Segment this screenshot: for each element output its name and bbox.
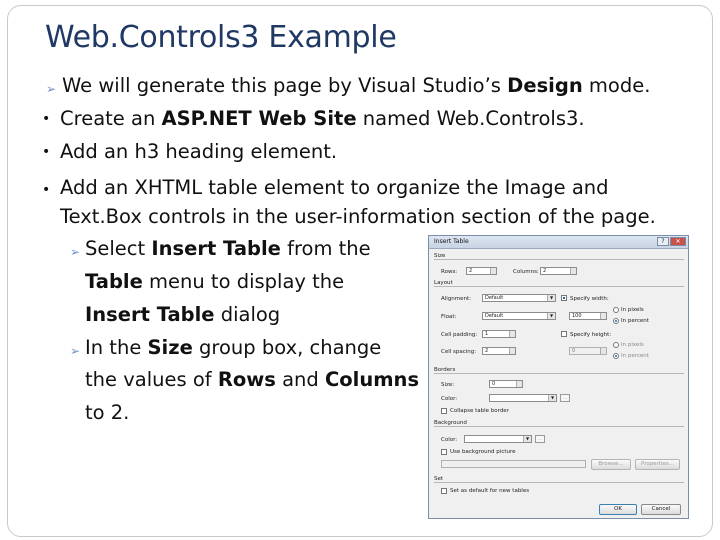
background-color-select[interactable]: ▼ (464, 435, 532, 443)
background-group (434, 426, 684, 427)
layout-group (434, 286, 684, 287)
browse-button[interactable]: Browse... (591, 459, 631, 470)
border-size-label: Size: (441, 382, 455, 388)
border-color-select[interactable]: ▼ (489, 394, 557, 402)
dialog-titlebar: Insert Table ? ✕ (429, 236, 688, 249)
properties-button[interactable]: Properties... (635, 459, 680, 470)
cellpadding-label: Cell padding: (441, 332, 478, 338)
ok-button[interactable]: OK (599, 504, 637, 515)
chevron-down-icon: ▼ (548, 395, 556, 401)
dot-bullet-icon: • (42, 144, 51, 160)
width-input[interactable]: 100 (569, 312, 607, 320)
arrow-bullet-icon: ➢ (46, 82, 57, 96)
help-button[interactable]: ? (657, 237, 669, 246)
border-color-label: Color: (441, 396, 458, 402)
chevron-down-icon: ▼ (547, 295, 555, 301)
background-group-label: Background (434, 420, 467, 426)
bullet-line: Create an ASP.NET Web Site named Web.Con… (60, 107, 585, 130)
columns-input[interactable]: 2 (540, 267, 577, 275)
alignment-label: Alignment: (441, 296, 472, 302)
float-select[interactable]: Default ▼ (482, 312, 556, 320)
collapse-border-label: Collapse table border (450, 408, 509, 414)
specify-width-checkbox[interactable] (561, 295, 567, 301)
bullet-line: Add an XHTML table element to organize t… (60, 176, 609, 199)
insert-table-dialog: Insert Table ? ✕ Size Rows: 2 Columns: 2… (428, 235, 689, 519)
bullet-line: Add an h3 heading element. (60, 140, 338, 163)
height-input[interactable]: 0 (569, 347, 607, 355)
height-in-pixels-label: In pixels (621, 342, 644, 348)
set-default-checkbox[interactable] (441, 488, 447, 494)
width-in-percent-radio[interactable] (613, 318, 619, 324)
sub-bullet-line: In the Size group box, change (85, 336, 382, 359)
arrow-bullet-icon: ➢ (70, 344, 81, 358)
set-group (434, 482, 684, 483)
background-picture-label: Use background picture (450, 449, 516, 455)
cellpadding-input[interactable]: 1 (482, 330, 516, 338)
layout-group-label: Layout (434, 280, 453, 286)
height-in-pixels-radio[interactable] (613, 342, 619, 348)
cancel-button[interactable]: Cancel (641, 504, 681, 515)
height-in-percent-radio[interactable] (613, 353, 619, 359)
height-in-percent-label: In percent (621, 353, 649, 359)
borders-group (434, 373, 684, 374)
float-label: Float: (441, 314, 457, 320)
sub-bullet-line-continued: the values of Rows and Columns (85, 368, 420, 391)
chevron-down-icon: ▼ (547, 313, 555, 319)
alignment-select[interactable]: Default ▼ (482, 294, 556, 302)
background-picture-path[interactable] (441, 460, 586, 468)
width-in-percent-label: In percent (621, 318, 649, 324)
dot-bullet-icon: • (42, 182, 51, 198)
background-picture-checkbox[interactable] (441, 449, 447, 455)
border-size-input[interactable]: 0 (489, 380, 523, 388)
columns-label: Columns: (513, 269, 539, 275)
cellspacing-label: Cell spacing: (441, 349, 477, 355)
set-group-label: Set (434, 476, 444, 482)
sub-bullet-line-continued: Insert Table dialog (85, 303, 281, 326)
specify-height-label: Specify height: (570, 332, 612, 338)
border-color-picker-icon[interactable]: … (560, 394, 570, 402)
rows-input[interactable]: 2 (466, 267, 497, 275)
specify-width-label: Specify width: (570, 296, 609, 302)
width-in-pixels-label: In pixels (621, 307, 644, 313)
size-group (434, 259, 684, 260)
collapse-border-checkbox[interactable] (441, 408, 447, 414)
close-button[interactable]: ✕ (670, 237, 686, 246)
borders-group-label: Borders (434, 367, 456, 373)
dot-bullet-icon: • (42, 111, 51, 127)
rows-label: Rows: (441, 269, 458, 275)
background-color-picker-icon[interactable]: … (535, 435, 545, 443)
cellspacing-input[interactable]: 2 (482, 347, 516, 355)
specify-height-checkbox[interactable] (561, 331, 567, 337)
size-group-label: Size (434, 253, 446, 259)
sub-bullet-line-continued: to 2. (85, 401, 130, 424)
dialog-title: Insert Table (434, 238, 469, 245)
sub-bullet-line-continued: Table menu to display the (85, 270, 345, 293)
width-in-pixels-radio[interactable] (613, 307, 619, 313)
background-color-label: Color: (441, 437, 458, 443)
chevron-down-icon: ▼ (523, 436, 531, 442)
bullet-line: We will generate this page by Visual Stu… (62, 74, 651, 97)
sub-bullet-line: Select Insert Table from the (85, 237, 371, 260)
bullet-line-continued: Text.Box controls in the user-informatio… (60, 205, 656, 228)
arrow-bullet-icon: ➢ (70, 245, 81, 259)
set-default-label: Set as default for new tables (450, 488, 530, 494)
